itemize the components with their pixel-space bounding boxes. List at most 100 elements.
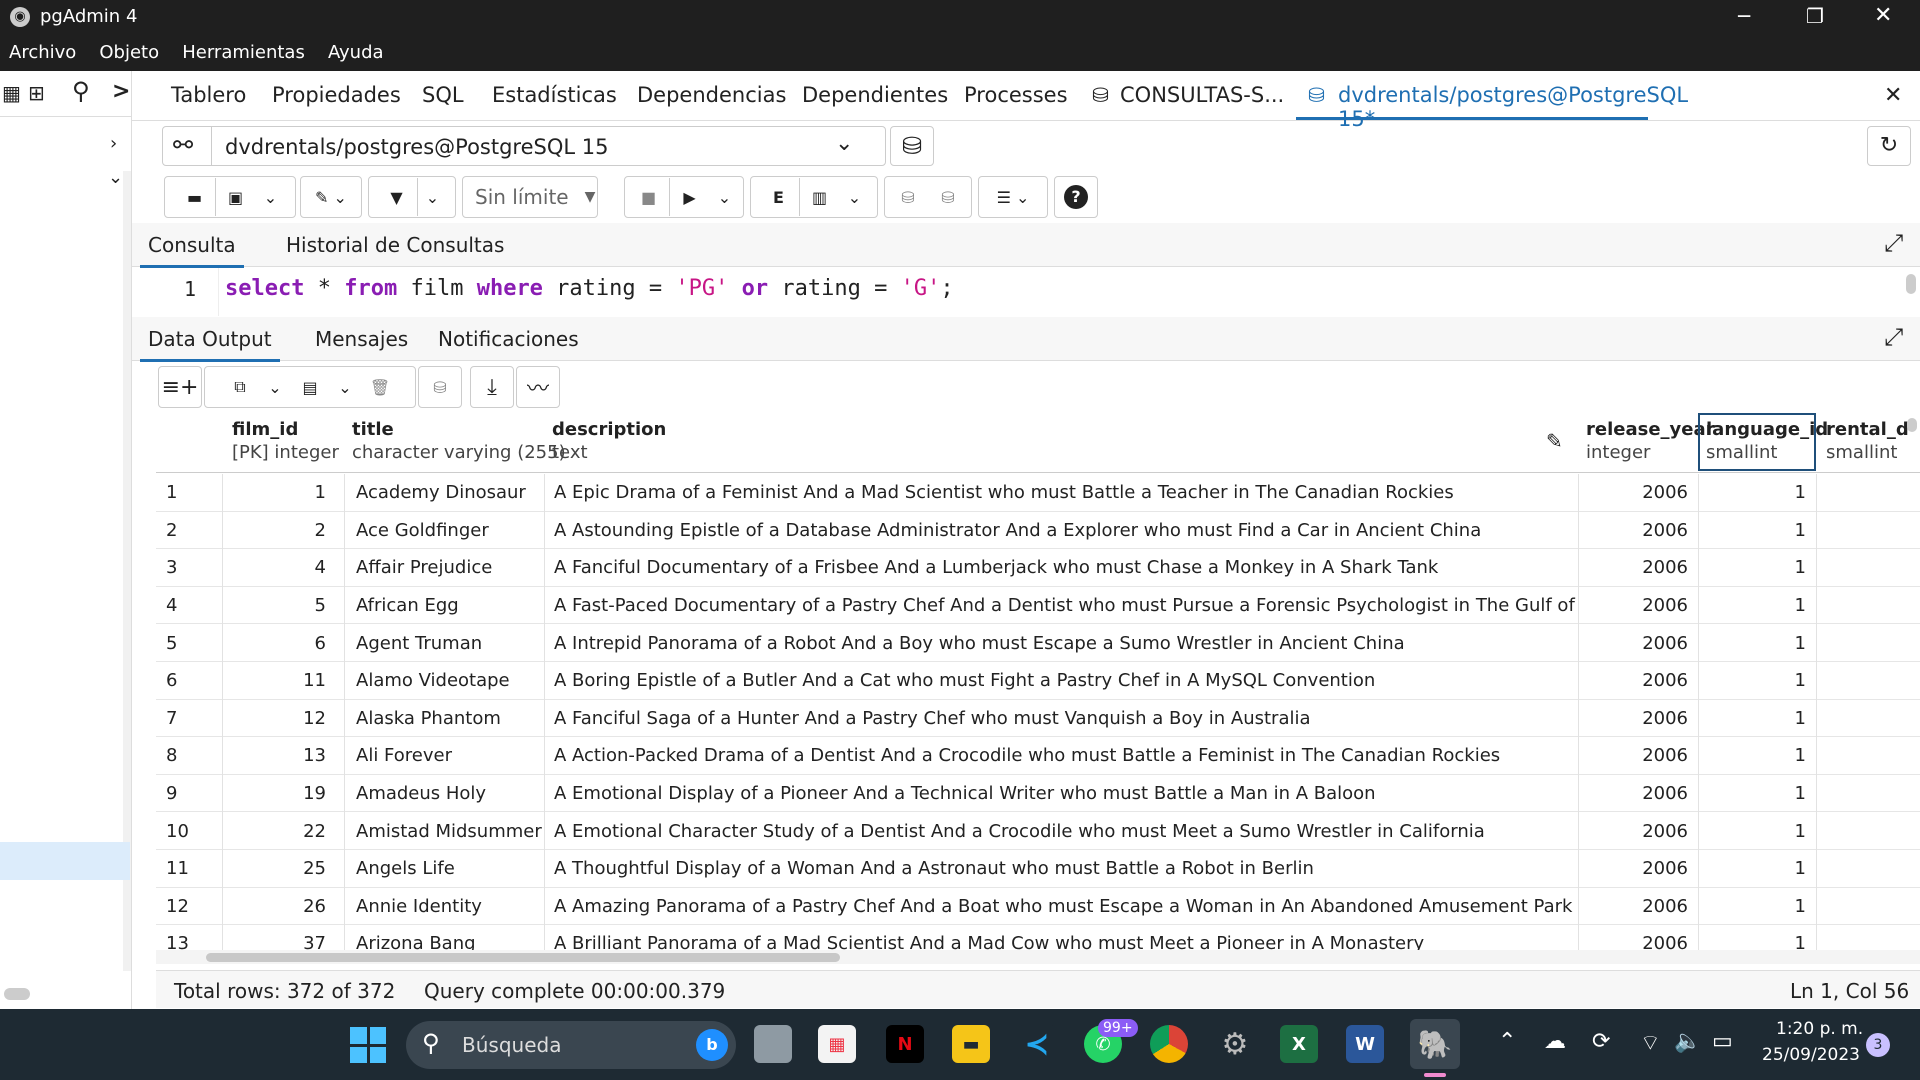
- edit-icon[interactable]: ✎: [1546, 429, 1563, 453]
- title-cell[interactable]: Affair Prejudice: [352, 549, 544, 587]
- column-header-release-year[interactable]: release_year integer: [1586, 419, 1715, 463]
- explain-dropdown-icon[interactable]: ⌄: [840, 178, 870, 216]
- release-year-cell[interactable]: 2006: [1582, 850, 1696, 888]
- film-id-cell[interactable]: 26: [222, 888, 334, 926]
- film-id-cell[interactable]: 12: [222, 700, 334, 738]
- description-cell[interactable]: A Astounding Epistle of a Database Admin…: [554, 512, 1580, 550]
- description-cell[interactable]: A Amazing Panorama of a Pastry Chef And …: [554, 888, 1580, 926]
- close-tab-button[interactable]: ✕: [1884, 83, 1902, 108]
- tab-estadisticas[interactable]: Estadísticas: [492, 83, 617, 107]
- menu-herramientas[interactable]: Herramientas: [173, 34, 314, 71]
- title-cell[interactable]: Alaska Phantom: [352, 700, 544, 738]
- film-id-cell[interactable]: 5: [222, 587, 334, 625]
- clock-time[interactable]: 1:20 p. m.: [1776, 1019, 1863, 1039]
- paste-icon[interactable]: ▤: [290, 368, 330, 406]
- table-row[interactable]: 9 19 Amadeus Holy A Emotional Display of a …: [156, 775, 1920, 813]
- release-year-cell[interactable]: 2006: [1582, 474, 1696, 512]
- table-row[interactable]: 6 11 Alamo Videotape A Boring Epistle of a …: [156, 662, 1920, 700]
- title-cell[interactable]: Ace Goldfinger: [352, 512, 544, 550]
- description-cell[interactable]: A Fanciful Documentary of a Frisbee And …: [554, 549, 1580, 587]
- file-explorer-icon[interactable]: ▬: [952, 1025, 990, 1063]
- chevron-down-icon[interactable]: ⌄: [108, 167, 123, 188]
- language-id-cell[interactable]: 1: [1700, 587, 1814, 625]
- commit-icon[interactable]: ⛁: [888, 178, 928, 216]
- execute-dropdown-icon[interactable]: ⌄: [710, 178, 740, 216]
- description-cell[interactable]: A Fanciful Saga of a Hunter And a Pastry…: [554, 700, 1580, 738]
- release-year-cell[interactable]: 2006: [1582, 624, 1696, 662]
- vscode-icon[interactable]: ≺: [1018, 1025, 1056, 1063]
- title-cell[interactable]: Ali Forever: [352, 737, 544, 775]
- copy-icon[interactable]: ⧉: [220, 368, 260, 406]
- onedrive-icon[interactable]: ☁: [1544, 1029, 1566, 1054]
- tab-propiedades[interactable]: Propiedades: [272, 83, 401, 107]
- expand-icon[interactable]: ⤢: [1884, 323, 1903, 351]
- description-cell[interactable]: A Epic Drama of a Feminist And a Mad Sci…: [554, 474, 1580, 512]
- refresh-button[interactable]: ↻: [1867, 126, 1911, 166]
- tab-mensajes[interactable]: Mensajes: [315, 327, 408, 351]
- table-row[interactable]: 5 6 Agent Truman A Intrepid Panorama of a R…: [156, 624, 1920, 662]
- description-cell[interactable]: A Fast-Paced Documentary of a Pastry Che…: [554, 587, 1580, 625]
- chevron-down-icon[interactable]: ⌄: [835, 131, 853, 156]
- release-year-cell[interactable]: 2006: [1582, 888, 1696, 926]
- excel-icon[interactable]: X: [1280, 1025, 1318, 1063]
- description-cell[interactable]: A Emotional Display of a Pioneer And a T…: [554, 775, 1580, 813]
- tab-dependientes[interactable]: Dependientes: [802, 83, 948, 107]
- title-cell[interactable]: Alamo Videotape: [352, 662, 544, 700]
- description-cell[interactable]: A Emotional Character Study of a Dentist…: [554, 812, 1580, 850]
- macros-button[interactable]: ☰ ⌄: [978, 176, 1048, 218]
- filter-dropdown-icon[interactable]: ⌄: [418, 178, 448, 216]
- clock-date[interactable]: 25/09/2023: [1762, 1045, 1860, 1065]
- close-window-button[interactable]: ✕: [1874, 3, 1892, 28]
- stop-icon[interactable]: ■: [629, 178, 669, 216]
- film-id-cell[interactable]: 37: [222, 925, 334, 950]
- search-icon[interactable]: ⚲: [72, 77, 90, 105]
- chevron-up-icon[interactable]: ⌃: [1498, 1029, 1516, 1054]
- netflix-icon[interactable]: N: [886, 1025, 924, 1063]
- film-id-cell[interactable]: 11: [222, 662, 334, 700]
- language-id-cell[interactable]: 1: [1700, 925, 1814, 950]
- copy-dropdown-icon[interactable]: ⌄: [260, 368, 290, 406]
- new-connection-button[interactable]: ⛁: [890, 126, 934, 166]
- film-id-cell[interactable]: 1: [222, 474, 334, 512]
- grid-vscroll[interactable]: [1907, 418, 1917, 432]
- title-cell[interactable]: Academy Dinosaur: [352, 474, 544, 512]
- film-id-cell[interactable]: 4: [222, 549, 334, 587]
- save-button[interactable]: ▣: [216, 178, 256, 216]
- explorer-hscroll[interactable]: [4, 988, 30, 1000]
- film-id-cell[interactable]: 13: [222, 737, 334, 775]
- wifi-icon[interactable]: ⌔: [1640, 1029, 1661, 1057]
- active-tab[interactable]: ⛁ dvdrentals/postgres@PostgreSQL 15*: [1296, 71, 1688, 131]
- table-row[interactable]: 1 1 Academy Dinosaur A Epic Drama of a Femi…: [156, 474, 1920, 512]
- connection-select[interactable]: dvdrentals/postgres@PostgreSQL 15: [225, 135, 608, 159]
- column-header-title[interactable]: title character varying (255): [352, 419, 566, 463]
- tab-dependencias[interactable]: Dependencias: [637, 83, 786, 107]
- description-cell[interactable]: A Action-Packed Drama of a Dentist And a…: [554, 737, 1580, 775]
- language-id-cell[interactable]: 1: [1700, 812, 1814, 850]
- title-cell[interactable]: African Egg: [352, 587, 544, 625]
- release-year-cell[interactable]: 2006: [1582, 662, 1696, 700]
- volume-icon[interactable]: 🔈: [1674, 1029, 1701, 1054]
- table-row[interactable]: 2 2 Ace Goldfinger A Astounding Epistle of …: [156, 512, 1920, 550]
- language-id-cell[interactable]: 1: [1700, 737, 1814, 775]
- grid-hscroll-thumb[interactable]: [206, 953, 840, 962]
- menu-ayuda[interactable]: Ayuda: [319, 34, 393, 71]
- release-year-cell[interactable]: 2006: [1582, 549, 1696, 587]
- disconnect-icon[interactable]: ⚯: [173, 131, 193, 159]
- edit-button[interactable]: ✎ ⌄: [300, 176, 362, 218]
- language-id-cell[interactable]: 1: [1700, 662, 1814, 700]
- tab-sql[interactable]: SQL: [422, 83, 464, 107]
- language-id-cell[interactable]: 1: [1700, 850, 1814, 888]
- language-id-cell[interactable]: 1: [1700, 700, 1814, 738]
- language-id-cell[interactable]: 1: [1700, 888, 1814, 926]
- description-cell[interactable]: A Boring Epistle of a Butler And a Cat w…: [554, 662, 1580, 700]
- word-icon[interactable]: W: [1346, 1025, 1384, 1063]
- chevron-right-icon[interactable]: ›: [110, 133, 117, 154]
- release-year-cell[interactable]: 2006: [1582, 512, 1696, 550]
- title-cell[interactable]: Angels Life: [352, 850, 544, 888]
- help-button[interactable]: ?: [1054, 176, 1098, 218]
- description-cell[interactable]: A Thoughtful Display of a Woman And a As…: [554, 850, 1580, 888]
- add-row-button[interactable]: ≡+: [158, 366, 202, 408]
- release-year-cell[interactable]: 2006: [1582, 775, 1696, 813]
- release-year-cell[interactable]: 2006: [1582, 737, 1696, 775]
- delete-icon[interactable]: 🗑: [360, 368, 400, 406]
